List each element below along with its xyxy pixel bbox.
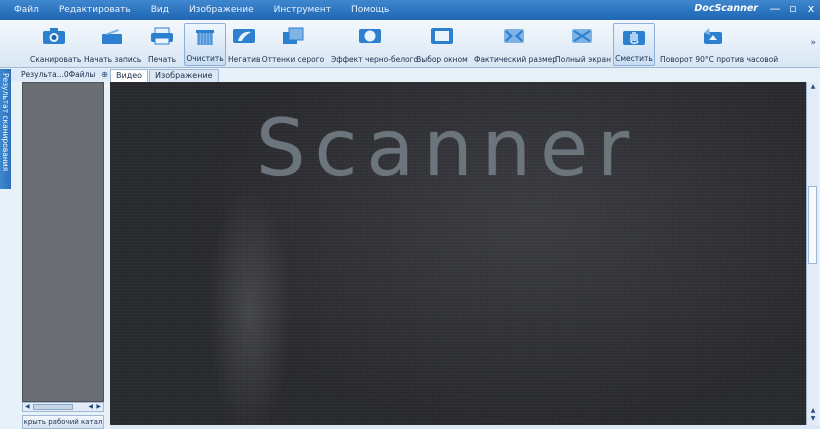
close-button[interactable]: x (802, 0, 820, 20)
pan-button[interactable]: Сместить (613, 23, 655, 66)
scroll-right-icon[interactable]: ▶ (96, 403, 101, 410)
rotate-ccw-icon (704, 28, 722, 44)
panel-horizontal-scrollbar[interactable]: ◀ ◀ ▶ (22, 402, 104, 412)
window-select-button[interactable]: Выбор окном (414, 23, 470, 66)
hand-icon (623, 31, 645, 45)
clean-label: Очистить (186, 54, 224, 63)
window-controls: — ▫ x (766, 0, 820, 20)
scan-label: Сканировать (30, 55, 82, 64)
app-title: DocScanner (694, 3, 758, 14)
scroll-left-icon[interactable]: ◀ (88, 403, 93, 410)
pin-icon[interactable]: ⊕ (101, 69, 108, 81)
vertical-scroll-thumb[interactable] (808, 186, 817, 264)
print-button[interactable]: Печать (146, 23, 178, 66)
scanned-text: Scanner (256, 104, 639, 194)
clean-button[interactable]: Очистить (184, 23, 226, 66)
menu-image[interactable]: Изображение (179, 5, 264, 15)
scan-results-tab-label: Результат сканирования (1, 73, 10, 172)
scroll-thumb[interactable] (33, 404, 73, 410)
camera-icon (43, 28, 65, 44)
file-list[interactable] (22, 82, 104, 402)
minimize-button[interactable]: — (766, 0, 784, 20)
grayscale-icon (283, 27, 304, 44)
restore-button[interactable]: ▫ (784, 0, 802, 20)
fullscreen-icon (572, 29, 592, 43)
scroll-left-icon[interactable]: ◀ (25, 403, 30, 410)
bw-effect-label: Эффект черно-белого (331, 55, 419, 64)
negative-button[interactable]: Негатив (228, 23, 260, 66)
record-icon (102, 29, 122, 44)
scan-results-vertical-tab[interactable]: Результат сканирования (0, 69, 11, 189)
broom-icon (196, 30, 214, 45)
tab-video[interactable]: Видео (110, 69, 149, 82)
open-working-dir-button[interactable]: крыть рабочий катал (22, 415, 104, 429)
window-select-label: Выбор окном (416, 55, 468, 64)
scroll-down-icon[interactable]: ▼ (808, 415, 818, 425)
preview-viewer[interactable]: Scanner (110, 82, 806, 425)
viewer-vertical-scrollbar[interactable]: ▲ ▲ ▼ (806, 82, 818, 425)
menu-view[interactable]: Вид (141, 5, 179, 15)
negative-label: Негатив (228, 55, 261, 64)
negative-icon (233, 29, 255, 43)
actual-size-label: Фактический размер (474, 55, 558, 64)
actual-size-icon (504, 29, 524, 43)
fullscreen-label: Полный экран (555, 55, 612, 64)
panel-header-title: Результа...0Файлы (21, 70, 96, 79)
print-label: Печать (147, 55, 177, 64)
panel-header: Результа...0Файлы ⊕ (11, 69, 110, 81)
scan-button[interactable]: Сканировать (30, 23, 82, 66)
viewer-horizontal-scrollbar[interactable] (110, 425, 820, 429)
printer-icon (151, 27, 173, 45)
scroll-up-icon[interactable]: ▲ (808, 83, 818, 93)
window-select-icon (431, 28, 453, 44)
scan-results-panel: Результат сканирования Результа...0Файлы… (0, 69, 110, 429)
record-label: Начать запись (84, 55, 142, 64)
record-button[interactable]: Начать запись (84, 23, 142, 66)
bw-effect-button[interactable]: Эффект черно-белого (331, 23, 419, 66)
grayscale-button[interactable]: Оттенки серого (258, 23, 328, 66)
menu-bar: Файл Редактировать Вид Изображение Инстр… (0, 0, 820, 20)
fullscreen-button[interactable]: Полный экран (555, 23, 612, 66)
menu-tools[interactable]: Инструмент (264, 5, 341, 15)
menu-edit[interactable]: Редактировать (49, 5, 141, 15)
content-tabs: Видео Изображение (110, 69, 220, 82)
toolbar: Сканировать Начать запись Печать Очистит… (0, 20, 820, 68)
actual-size-button[interactable]: Фактический размер (474, 23, 558, 66)
tab-image[interactable]: Изображение (149, 69, 219, 82)
rotate-ccw-label: Поворот 90°С против часовой (660, 55, 779, 64)
bw-effect-icon (359, 29, 381, 43)
menu-help[interactable]: Помощь (341, 5, 399, 15)
pan-label: Сместить (615, 54, 653, 63)
rotate-ccw-button[interactable]: Поворот 90°С против часовой (660, 23, 779, 66)
toolbar-overflow-button[interactable]: » (810, 38, 816, 48)
grayscale-label: Оттенки серого (261, 55, 325, 64)
menu-file[interactable]: Файл (0, 5, 49, 15)
